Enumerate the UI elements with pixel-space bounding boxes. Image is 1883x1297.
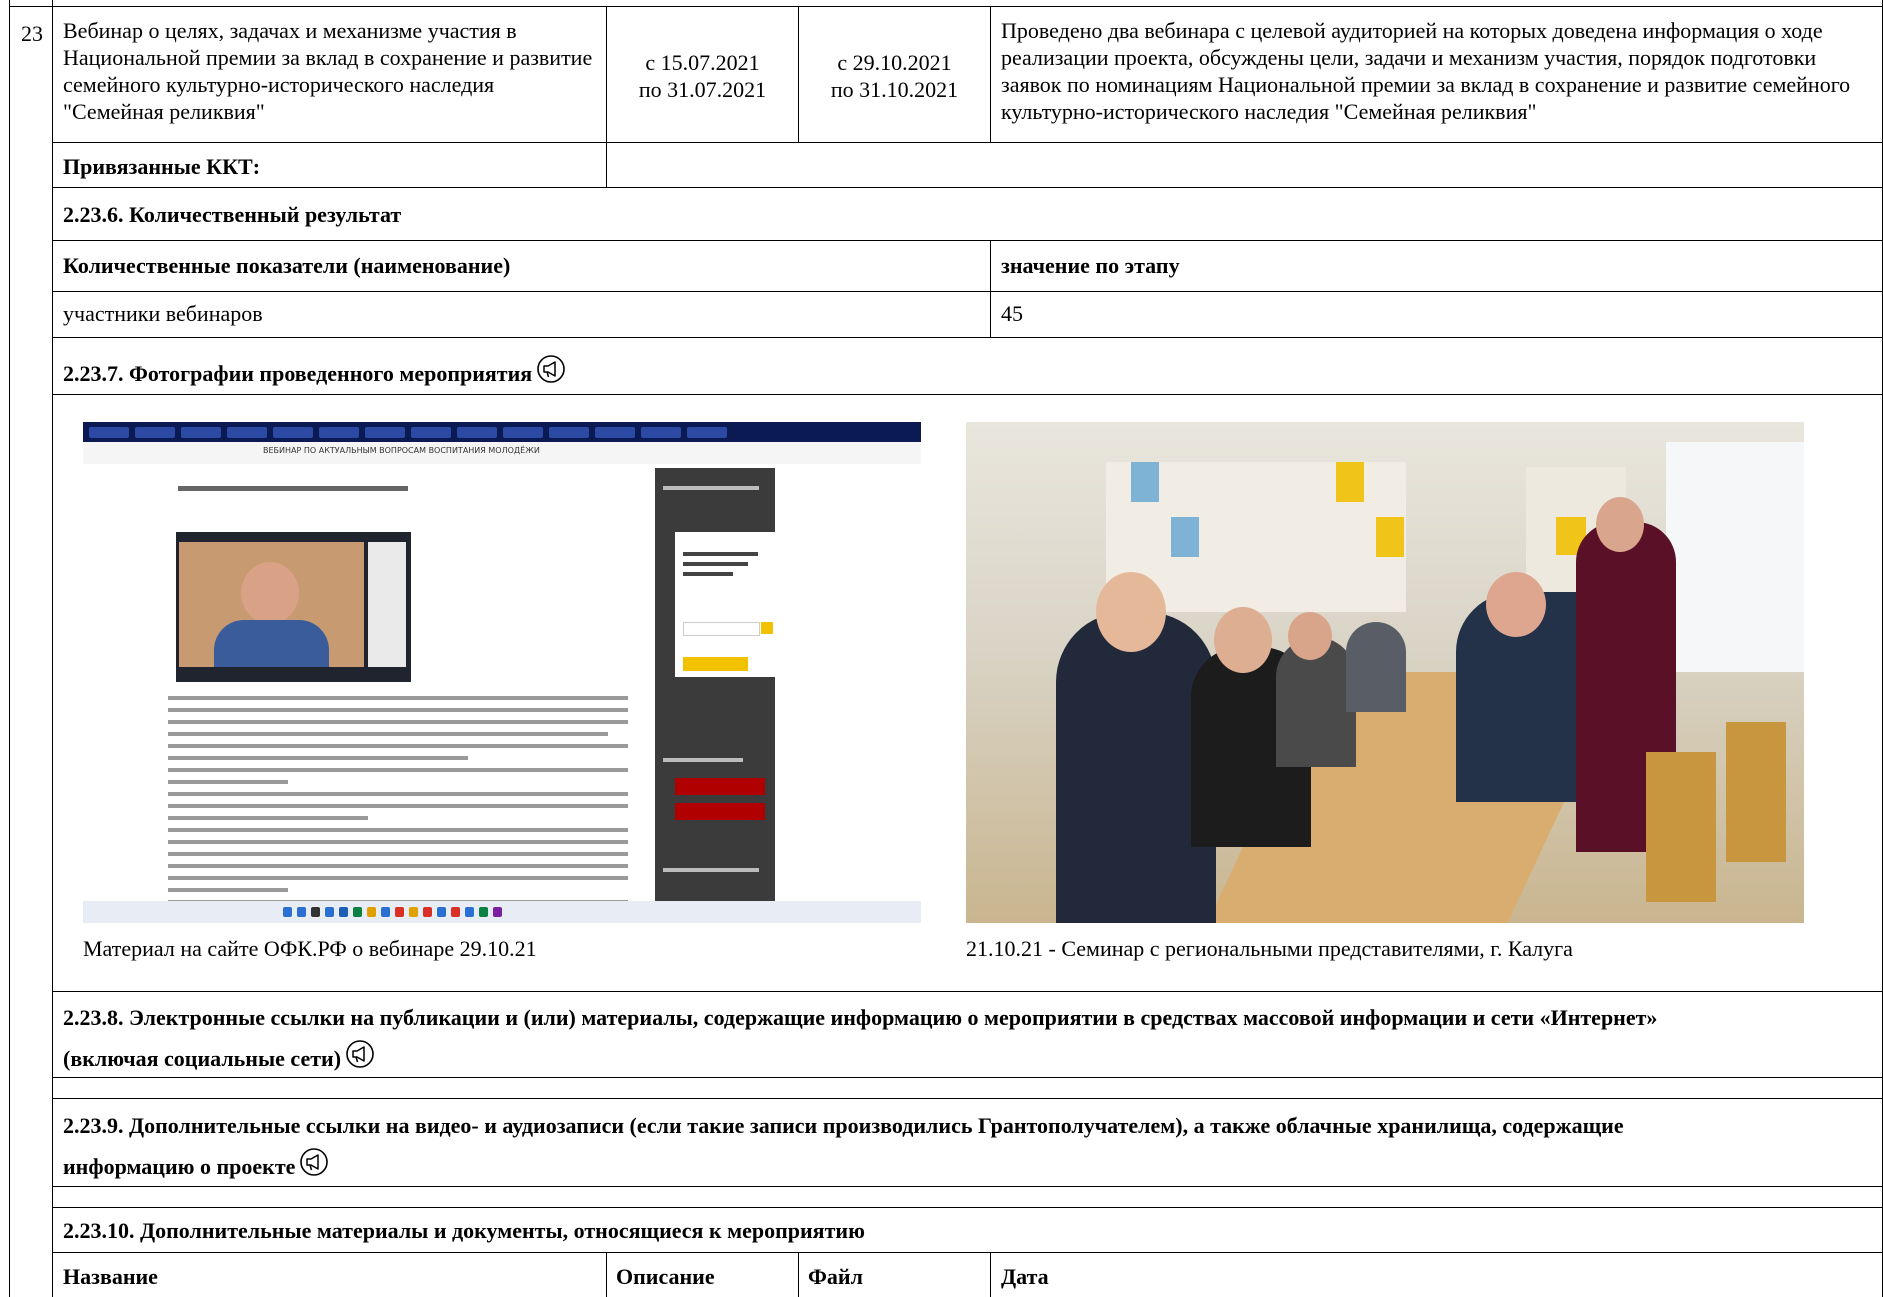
grid-line [52, 1207, 1883, 1208]
actual-end: по 31.10.2021 [830, 77, 959, 102]
links-heading: 2.23.8. Электронные ссылки на публикации… [63, 1004, 1873, 1072]
materials-col-file: Файл [808, 1264, 863, 1289]
video-frame [176, 532, 411, 682]
event-name: Вебинар о целях, задачах и механизме уча… [63, 18, 593, 124]
links-heading-line1: 2.23.8. Электронные ссылки на публикации… [63, 1005, 1658, 1030]
grid-line [52, 394, 1883, 395]
browser-address-bar: ВЕБИНАР ПО АКТУАЛЬНЫМ ВОПРОСАМ ВОСПИТАНИ… [83, 442, 921, 465]
planned-end: по 31.07.2021 [638, 77, 767, 102]
planned-dates: с 15.07.2021 по 31.07.2021 [607, 49, 798, 103]
megaphone-icon[interactable] [345, 1039, 375, 1069]
links-heading-line2: (включая социальные сети) [63, 1046, 342, 1071]
grid-line [52, 187, 1883, 188]
megaphone-icon[interactable] [299, 1147, 329, 1177]
screenshot-donation-card [675, 532, 775, 677]
grid-line [990, 6, 991, 142]
quant-item-name: участники вебинаров [63, 301, 263, 326]
quant-col-value: значение по этапу [1001, 253, 1180, 278]
grid-line [798, 1252, 799, 1297]
screenshot-taskbar [83, 901, 921, 923]
linked-kkt-label: Привязанные ККТ: [63, 154, 261, 179]
grid-line [52, 1098, 1883, 1099]
grid-line [52, 142, 1883, 143]
row-number: 23 [21, 21, 43, 46]
extra-links-heading-line2: информацию о проекте [63, 1154, 296, 1179]
quant-heading: 2.23.6. Количественный результат [63, 202, 402, 227]
grid-line [9, 0, 10, 1297]
grid-line [52, 240, 1883, 241]
materials-col-name: Название [63, 1264, 158, 1289]
left-photo-caption: Материал на сайте ОФК.РФ о вебинаре 29.1… [83, 936, 537, 961]
result-description: Проведено два вебинара с целевой аудитор… [1001, 18, 1851, 124]
website-screenshot-photo[interactable]: ВЕБИНАР ПО АКТУАЛЬНЫМ ВОПРОСАМ ВОСПИТАНИ… [83, 422, 921, 923]
grid-line [52, 0, 53, 1297]
browser-tabbar [83, 422, 921, 442]
materials-heading: 2.23.10. Дополнительные материалы и доку… [63, 1218, 865, 1243]
grid-line [990, 1252, 991, 1297]
quant-col-name: Количественные показатели (наименование) [63, 253, 511, 278]
megaphone-icon[interactable] [536, 354, 566, 384]
photos-heading: 2.23.7. Фотографии проведенного мероприя… [63, 354, 566, 387]
materials-col-desc: Описание [616, 1264, 715, 1289]
screenshot-page [83, 464, 921, 904]
screenshot-title: ВЕБИНАР ПО АКТУАЛЬНЫМ ВОПРОСАМ ВОСПИТАНИ… [263, 446, 540, 455]
right-photo-caption: 21.10.21 - Семинар с региональными предс… [966, 936, 1573, 961]
actual-dates: с 29.10.2021 по 31.10.2021 [799, 49, 990, 103]
materials-col-date: Дата [1001, 1264, 1049, 1289]
actual-start: с 29.10.2021 [837, 50, 952, 75]
grid-line [52, 1252, 1883, 1253]
extra-links-heading: 2.23.9. Дополнительные ссылки на видео- … [63, 1112, 1873, 1180]
grid-line [52, 337, 1883, 338]
grid-line [606, 1252, 607, 1297]
grid-line [990, 240, 991, 337]
grid-line [52, 991, 1883, 992]
grid-line [52, 1077, 1883, 1078]
grid-line [52, 1186, 1883, 1187]
planned-start: с 15.07.2021 [645, 50, 760, 75]
grid-line [9, 6, 1883, 7]
seminar-photo[interactable] [966, 422, 1804, 923]
grid-line [52, 291, 1883, 292]
quant-item-value: 45 [1001, 301, 1023, 326]
extra-links-heading-line1: 2.23.9. Дополнительные ссылки на видео- … [63, 1113, 1624, 1138]
photos-heading-text: 2.23.7. Фотографии проведенного мероприя… [63, 361, 533, 386]
window [1666, 442, 1804, 672]
